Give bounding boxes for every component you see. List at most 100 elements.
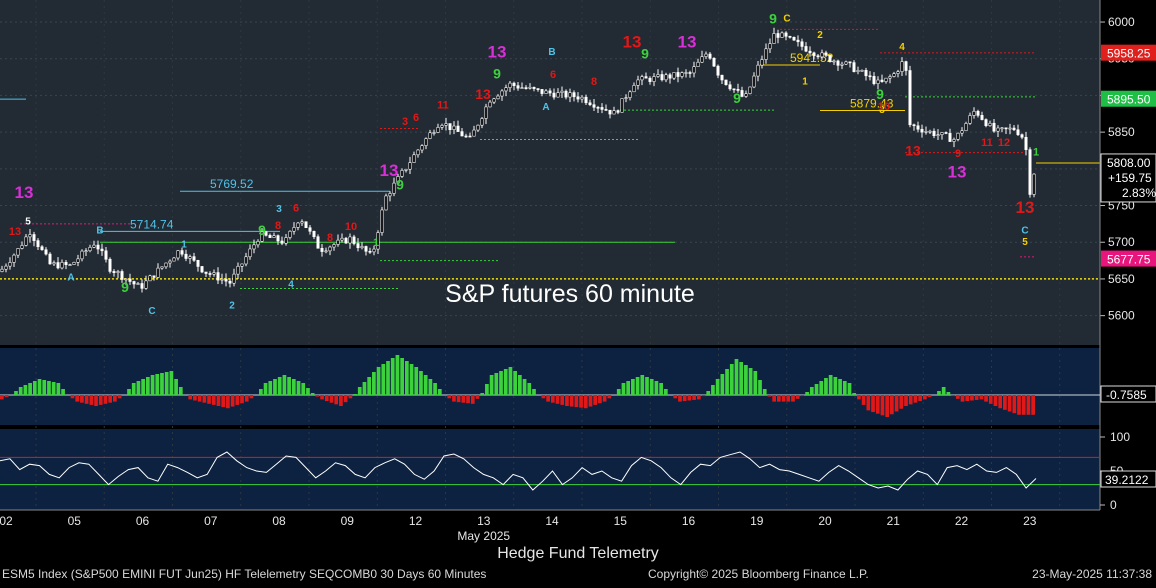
- oscillator-bar: [555, 395, 560, 404]
- oscillator-bar: [899, 395, 904, 409]
- oscillator-bar: [89, 395, 94, 405]
- candle-body: [816, 55, 820, 58]
- oscillator-bar: [310, 393, 315, 395]
- candle-body: [748, 86, 752, 94]
- candle-body: [324, 250, 328, 253]
- oscillator-bar: [885, 395, 890, 417]
- candle-body: [16, 248, 20, 256]
- candle-body: [92, 244, 96, 248]
- candle-body: [652, 76, 656, 82]
- candle-body: [1032, 173, 1036, 195]
- oscillator-bar: [197, 395, 202, 402]
- candle-body: [184, 253, 188, 259]
- oscillator-bar: [828, 375, 833, 395]
- oscillator-bar: [414, 367, 419, 395]
- candle-body: [468, 135, 472, 138]
- oscillator-bar: [1031, 395, 1035, 415]
- time-tick-label: 19: [750, 514, 764, 528]
- oscillator-bar: [475, 395, 480, 399]
- oscillator-bar: [979, 395, 984, 400]
- candle-body: [992, 122, 996, 132]
- oscillator-bar: [654, 381, 659, 395]
- time-tick-label: 21: [887, 514, 901, 528]
- oscillator-bar: [419, 371, 423, 395]
- price-tick-label: 5650: [1108, 272, 1135, 286]
- oscillator-bar: [687, 395, 692, 401]
- oscillator-bar: [178, 387, 183, 395]
- candle-body: [108, 258, 112, 272]
- price-tag-label: 5958.25: [1107, 47, 1151, 61]
- candle-body: [528, 86, 532, 89]
- candle-body: [52, 262, 56, 265]
- oscillator-bar: [673, 395, 678, 399]
- oscillator-bar: [423, 375, 428, 395]
- oscillator-bar: [588, 395, 593, 407]
- time-month-label: May 2025: [457, 529, 510, 543]
- oscillator-bar: [94, 395, 98, 406]
- time-tick-label: 14: [545, 514, 559, 528]
- oscillator-bar: [659, 383, 663, 395]
- oscillator-bar: [965, 395, 970, 402]
- oscillator-bar: [386, 361, 390, 395]
- candle-body: [148, 275, 152, 282]
- candle-body: [768, 43, 772, 50]
- oscillator-bar: [80, 395, 84, 403]
- candle-body: [296, 222, 300, 228]
- count-label: 6: [413, 112, 419, 124]
- candle-body: [464, 135, 468, 138]
- oscillator-bar: [852, 393, 857, 395]
- candle-body: [192, 256, 196, 261]
- oscillator-bar: [922, 395, 927, 400]
- candle-body: [160, 266, 164, 269]
- candle-body: [492, 98, 496, 103]
- candle-body: [100, 248, 104, 252]
- oscillator-bar: [574, 395, 579, 408]
- candle-body: [848, 61, 852, 64]
- count-label: A: [67, 272, 74, 283]
- oscillator-bar: [489, 375, 494, 395]
- oscillator-bar: [847, 383, 852, 395]
- count-label: 13: [475, 86, 491, 102]
- oscillator-bar: [70, 395, 75, 399]
- oscillator-bar: [527, 383, 532, 395]
- candle-body: [912, 124, 916, 127]
- candle-body: [76, 258, 80, 263]
- count-label: 3: [402, 116, 408, 128]
- candle-body: [176, 250, 180, 259]
- oscillator-bar: [706, 391, 711, 395]
- oscillator-bar: [640, 375, 645, 395]
- oscillator-bar: [786, 395, 791, 402]
- candle-body: [96, 244, 100, 250]
- footer-security: ESM5 Index (S&P500 EMINI FUT Jun25) HF T…: [2, 567, 487, 581]
- oscillator-bar: [819, 381, 824, 395]
- oscillator-bar: [339, 395, 343, 406]
- oscillator-bar: [0, 395, 4, 400]
- oscillator-bar: [560, 395, 565, 405]
- oscillator-bar: [753, 371, 758, 395]
- oscillator-bar: [532, 389, 536, 395]
- oscillator-bar: [880, 395, 885, 416]
- candle-body: [360, 246, 364, 249]
- oscillator-bar: [649, 379, 654, 395]
- oscillator-bar: [348, 395, 353, 399]
- candle-body: [4, 265, 8, 270]
- candle-body: [852, 62, 856, 72]
- candle-body: [456, 125, 460, 132]
- oscillator-bar: [993, 395, 998, 406]
- candle-body: [624, 97, 628, 99]
- candle-body: [276, 235, 280, 242]
- candle-body: [280, 240, 284, 244]
- candle-body: [904, 61, 908, 71]
- oscillator-bar: [729, 364, 734, 395]
- candle-body: [384, 195, 388, 211]
- candle-body: [936, 134, 940, 137]
- candle-body: [828, 55, 832, 62]
- candle-body: [564, 90, 568, 98]
- candle-body: [700, 56, 704, 63]
- rsi-last-value: 39.2122: [1105, 473, 1149, 487]
- candle-body: [772, 33, 776, 44]
- oscillator-bar: [503, 369, 508, 395]
- candle-body: [908, 70, 912, 126]
- count-label: 2: [817, 30, 823, 41]
- oscillator-bar: [84, 395, 89, 404]
